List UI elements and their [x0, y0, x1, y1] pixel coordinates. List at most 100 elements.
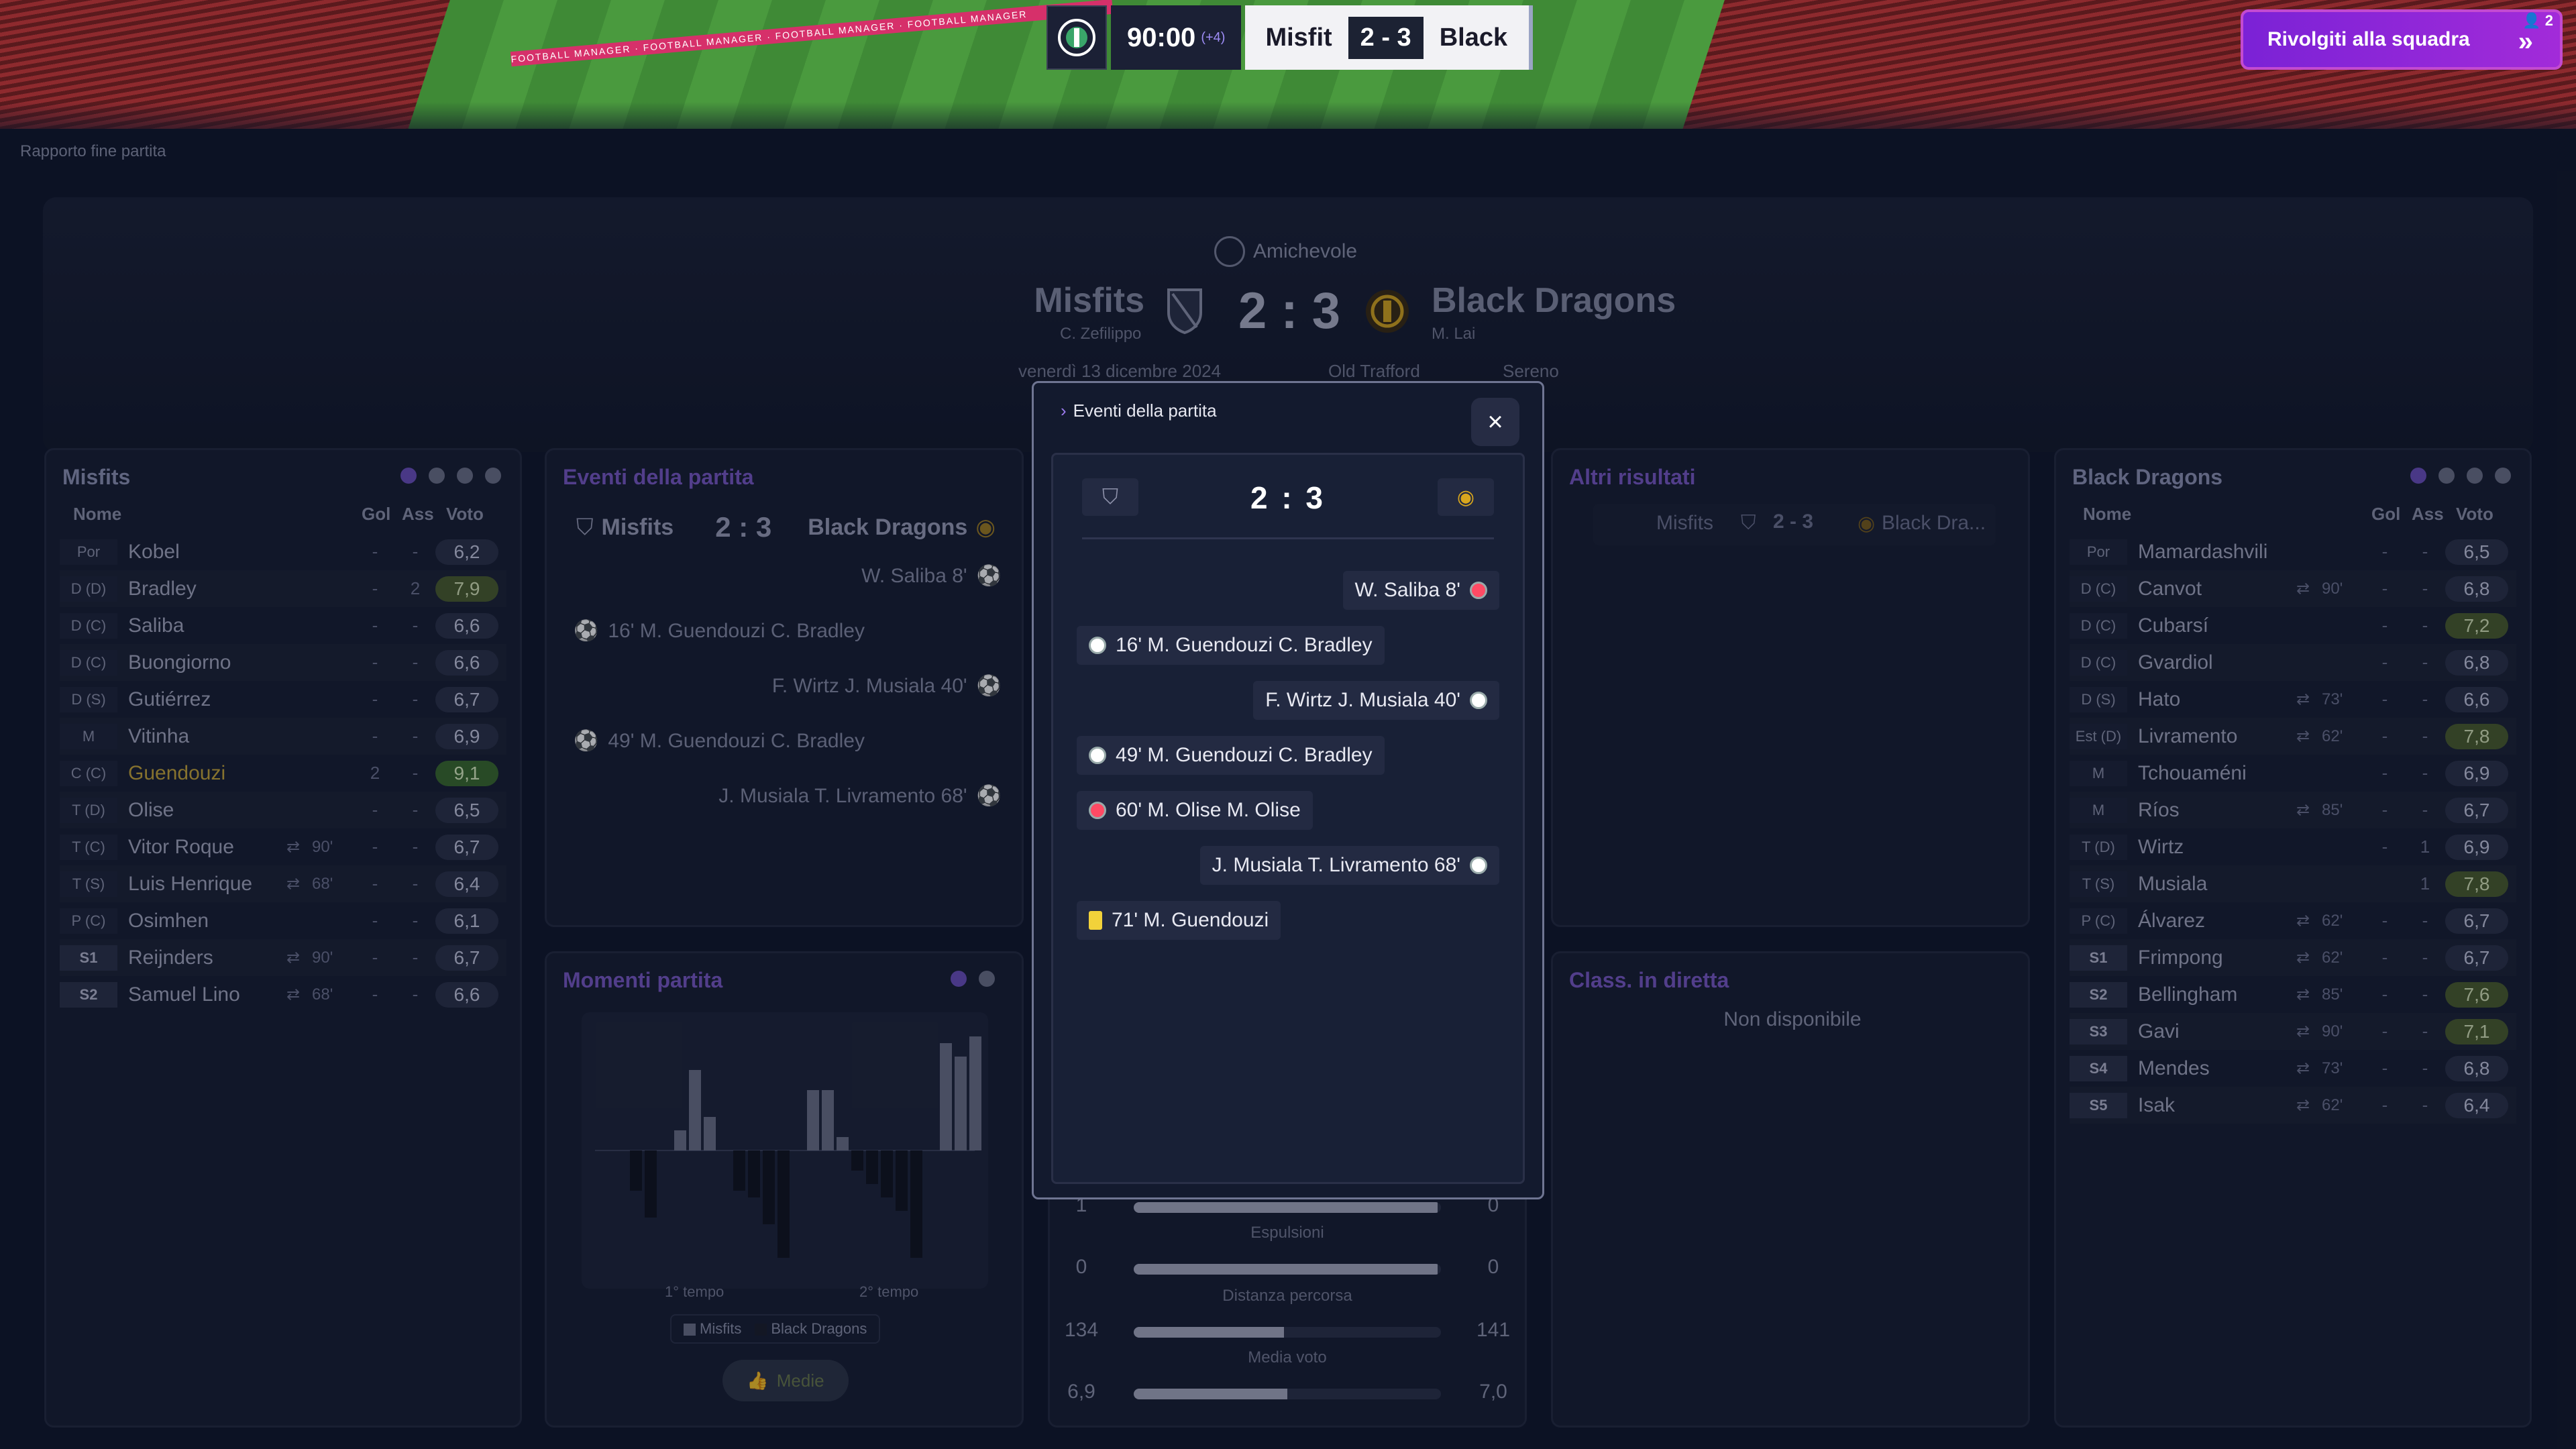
player-row[interactable]: S2 Bellingham ⇄ 85' - -7,6: [2070, 976, 2516, 1013]
assists-value: -: [2422, 578, 2428, 598]
position-badge: D (C): [2070, 649, 2127, 676]
player-row[interactable]: Por Kobel - -6,2: [60, 533, 506, 570]
result-row[interactable]: Misfits ⛉ 2 - 3 ◉ Black Dra...: [1593, 504, 1996, 545]
scorebar-home: Misfit: [1265, 23, 1332, 52]
yellow-card-icon: [1089, 911, 1102, 930]
position-badge: M: [2070, 797, 2127, 823]
player-row[interactable]: D (D) Bradley -2 7,9: [60, 570, 506, 607]
player-row[interactable]: P (C) Álvarez ⇄ 62' - -6,7: [2070, 902, 2516, 939]
close-button[interactable]: ×: [1471, 398, 1519, 446]
live-table-panel: Class. in diretta Non disponibile: [1551, 951, 2030, 1428]
stat-row: 00: [1048, 1256, 1527, 1283]
competition-icon: [1214, 236, 1245, 267]
panel-pager[interactable]: [2410, 468, 2511, 484]
goals-value: -: [372, 689, 378, 709]
player-row[interactable]: D (C) Saliba - -6,6: [60, 607, 506, 644]
ball-icon: [1089, 747, 1106, 764]
match-event[interactable]: 71' M. Guendouzi: [1077, 901, 1281, 940]
match-event[interactable]: 49' M. Guendouzi C. Bradley: [1077, 736, 1385, 775]
assists-value: -: [412, 726, 419, 746]
scorebar: 90:00 (+4) Misfit 2 - 3 Black: [1046, 5, 1534, 70]
double-chevron-icon: »: [2518, 27, 2533, 56]
player-row[interactable]: S3 Gavi ⇄ 90' - -7,1: [2070, 1013, 2516, 1050]
events-panel-title: Eventi della partita: [563, 465, 754, 489]
home-lineup-panel: Misfits Nome Gol Ass Voto Por Kobel - -6,2 D…: [44, 448, 522, 1428]
assists-value: -: [2422, 947, 2428, 967]
away-crest-icon: [1364, 288, 1410, 337]
player-row[interactable]: S5 Isak ⇄ 62' - -6,4: [2070, 1087, 2516, 1124]
substitution-icon: ⇄: [286, 875, 301, 893]
home-manager: C. Zefilippo: [1060, 325, 1142, 343]
goals-value: -: [2381, 652, 2388, 672]
match-event[interactable]: F. Wirtz J. Musiala 40': [1253, 681, 1499, 720]
position-badge: D (C): [2070, 576, 2127, 602]
event-text: 71' M. Guendouzi: [1112, 909, 1269, 931]
player-row[interactable]: T (S) Luis Henrique ⇄ 68' - -6,4: [60, 865, 506, 902]
sub-minute: 85': [2322, 985, 2343, 1004]
goals-value: -: [2381, 984, 2388, 1004]
moments-chart: [582, 1012, 988, 1289]
goals-value: -: [372, 873, 378, 894]
momentum-bar: [822, 1090, 834, 1150]
averages-button[interactable]: 👍 Medie: [722, 1360, 849, 1401]
team-talk-button[interactable]: Rivolgiti alla squadra 👤 2 »: [2241, 9, 2563, 70]
player-row[interactable]: M Vitinha - -6,9: [60, 718, 506, 755]
rating-badge: 6,2: [435, 539, 498, 565]
panel-pager[interactable]: [951, 971, 995, 987]
player-row[interactable]: D (S) Gutiérrez - -6,7: [60, 681, 506, 718]
player-row[interactable]: P (C) Osimhen - -6,1: [60, 902, 506, 939]
player-row[interactable]: D (C) Gvardiol - -6,8: [2070, 644, 2516, 681]
sub-minute: 68': [312, 985, 333, 1004]
weather-label: Sereno: [1503, 361, 1559, 381]
goals-value: -: [2381, 578, 2388, 598]
player-row[interactable]: T (D) Wirtz -1 6,9: [2070, 828, 2516, 865]
event-line: J. Musiala T. Livramento 68' ⚽: [718, 784, 1002, 808]
player-row[interactable]: Est (D) Livramento ⇄ 62' - -7,8: [2070, 718, 2516, 755]
player-row[interactable]: T (D) Olise - -6,5: [60, 792, 506, 828]
position-badge: S3: [2070, 1018, 2127, 1044]
player-row[interactable]: S1 Frimpong ⇄ 62' - -6,7: [2070, 939, 2516, 976]
panel-pager[interactable]: [400, 468, 501, 484]
position-badge: M: [2070, 760, 2127, 786]
momentum-bar: [955, 1057, 967, 1150]
position-badge: D (D): [60, 576, 117, 602]
competition-label: Amichevole: [1214, 236, 1357, 267]
home-lineup-table: Nome Gol Ass Voto Por Kobel - -6,2 D (D) Brad…: [60, 504, 506, 1013]
momentum-bar: [910, 1150, 922, 1258]
player-row[interactable]: D (S) Hato ⇄ 73' - -6,6: [2070, 681, 2516, 718]
player-row[interactable]: S4 Mendes ⇄ 73' - -6,8: [2070, 1050, 2516, 1087]
match-date: venerdì 13 dicembre 2024: [1018, 361, 1222, 381]
rating-badge: 6,5: [2445, 539, 2508, 565]
player-row[interactable]: D (C) Canvot ⇄ 90' - -6,8: [2070, 570, 2516, 607]
stat-label: Espulsioni: [1250, 1224, 1324, 1242]
goals-value: -: [372, 578, 378, 598]
sub-minute: 62': [2322, 1095, 2343, 1114]
match-event[interactable]: W. Saliba 8': [1342, 571, 1499, 610]
sub-minute: 90': [2322, 579, 2343, 598]
player-row[interactable]: T (S) Musiala 1 7,8: [2070, 865, 2516, 902]
goals-value: -: [2381, 726, 2388, 746]
match-event[interactable]: 16' M. Guendouzi C. Bradley: [1077, 626, 1385, 665]
player-row[interactable]: Por Mamardashvili - -6,5: [2070, 533, 2516, 570]
match-event[interactable]: J. Musiala T. Livramento 68': [1199, 846, 1499, 885]
player-row[interactable]: S2 Samuel Lino ⇄ 68' - -6,6: [60, 976, 506, 1013]
assists-value: -: [412, 837, 419, 857]
player-row[interactable]: D (C) Buongiorno - -6,6: [60, 644, 506, 681]
player-row[interactable]: T (C) Vitor Roque ⇄ 90' - -6,7: [60, 828, 506, 865]
match-event[interactable]: 60' M. Olise M. Olise: [1077, 791, 1313, 830]
ball-icon: [1470, 692, 1487, 709]
player-row[interactable]: M Tchouaméni - -6,9: [2070, 755, 2516, 792]
position-badge: Est (D): [2070, 723, 2127, 749]
player-row[interactable]: S1 Reijnders ⇄ 90' - -6,7: [60, 939, 506, 976]
rating-badge: 6,6: [2445, 686, 2508, 712]
goals-value: -: [372, 541, 378, 561]
modal-title: › Eventi della partita: [1061, 400, 1217, 421]
player-row[interactable]: D (C) Cubarsí - -7,2: [2070, 607, 2516, 644]
chevron-right-icon: ›: [1061, 400, 1067, 421]
substitution-icon: ⇄: [2296, 949, 2310, 967]
home-team-name: Misfits: [1034, 281, 1144, 320]
player-row[interactable]: M Ríos ⇄ 85' - -6,7: [2070, 792, 2516, 828]
goals-value: -: [2381, 541, 2388, 561]
player-row[interactable]: C (C) Guendouzi 2-9,1: [60, 755, 506, 792]
momentum-bar: [689, 1070, 701, 1150]
